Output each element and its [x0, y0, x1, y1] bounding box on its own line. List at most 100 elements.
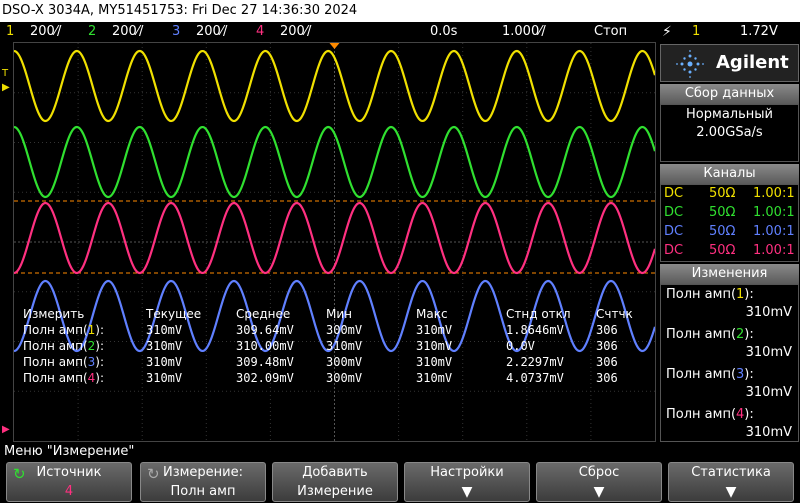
softkey-label: Настройки	[430, 465, 504, 480]
change-item-value: 310mV	[745, 345, 792, 360]
measurement-row-name: Полн амп(4):	[23, 371, 105, 385]
softkey-6[interactable]: Статистика ▼	[668, 462, 794, 502]
change-item-value: 310mV	[745, 305, 792, 320]
channel-impedance: 50Ω	[709, 243, 736, 258]
change-item-value: 310mV	[745, 385, 792, 400]
ch3-scale[interactable]: 200⁄/	[196, 22, 227, 42]
ch1-ground-marker[interactable]: ▶	[2, 82, 12, 94]
softkey-value: Измерение	[297, 484, 373, 499]
measurement-cell: 4.0737mV	[506, 371, 564, 385]
change-item-label: Полн амп(4):	[666, 407, 754, 422]
measurement-cell: 310mV	[146, 371, 183, 385]
trigger-channel[interactable]: 1	[692, 22, 700, 42]
ch3-label[interactable]: 3	[172, 22, 180, 42]
channel-row[interactable]: DC 50Ω 1.00:1	[661, 186, 798, 204]
measurement-cell: 310mV	[146, 355, 183, 369]
measurement-header: Стнд откл	[506, 307, 571, 321]
measurement-cell: 310mV	[146, 323, 183, 337]
channels-panel[interactable]: DC 50Ω 1.00:1 DC 50Ω 1.00:1 DC 50Ω 1.00:1 DC 50Ω 1.…	[660, 184, 799, 262]
rotate-knob-icon: ↻	[13, 465, 26, 483]
trigger-level-marker[interactable]: T	[2, 68, 12, 80]
measurement-cell: 310.00mV	[236, 339, 294, 353]
measurement-header: Текущее	[146, 307, 202, 321]
softkey-1[interactable]: Источник ↻ 4	[6, 462, 132, 502]
change-item-label: Полн амп(1):	[666, 287, 754, 302]
ch1-label[interactable]: 1	[6, 22, 14, 42]
channel-probe-ratio: 1.00:1	[753, 205, 795, 220]
sample-rate: 2.00GSa/s	[696, 125, 763, 140]
ch1-scale[interactable]: 200⁄/	[30, 22, 61, 42]
measurement-cell: 306	[596, 323, 618, 337]
brand-name: Agilent	[716, 52, 789, 73]
measurement-header: Среднее	[236, 307, 291, 321]
change-item-label: Полн амп(2):	[666, 327, 754, 342]
measurement-cell: 310mV	[416, 371, 453, 385]
acquisition-panel[interactable]: Нормальный 2.00GSa/s	[660, 104, 799, 162]
channel-probe-ratio: 1.00:1	[753, 224, 795, 239]
time-delay[interactable]: 0.0s	[430, 22, 457, 42]
measurement-row-name: Полн амп(3):	[23, 355, 105, 369]
measurement-cell: 309.48mV	[236, 355, 294, 369]
change-item-label: Полн амп(3):	[666, 367, 754, 382]
channel-coupling: DC	[664, 243, 684, 258]
instrument-title: DSO-X 3034A, MY51451753: Fri Dec 27 14:3…	[2, 3, 358, 18]
submenu-arrow-icon: ▼	[593, 484, 605, 500]
softkey-label: Статистика	[691, 465, 771, 480]
measurement-cell: 310mV	[326, 339, 363, 353]
measurement-header: Измерить	[23, 307, 85, 321]
acquisition-mode: Нормальный	[686, 107, 773, 122]
softkey-2[interactable]: Измерение: ↻ Полн амп	[140, 462, 266, 502]
measurement-cell: 310mV	[416, 339, 453, 353]
trigger-edge-icon: ⚡	[662, 24, 672, 40]
submenu-arrow-icon: ▼	[461, 484, 473, 500]
agilent-spark-icon	[676, 50, 704, 78]
changes-panel[interactable]: Полн амп(1): 310mV Полн амп(2): 310mV Полн а…	[660, 284, 799, 442]
softkey-3[interactable]: Добавить Измерение	[272, 462, 398, 502]
acquisition-title: Сбор данных	[660, 84, 799, 104]
softkey-label: Сброс	[578, 465, 620, 480]
measurement-cell: 0.0V	[506, 339, 535, 353]
measurement-cell: 310mV	[146, 339, 183, 353]
softkey-4[interactable]: Настройки ▼	[404, 462, 530, 502]
channel-probe-ratio: 1.00:1	[753, 186, 795, 201]
change-item-value: 310mV	[745, 425, 792, 440]
channel-row[interactable]: DC 50Ω 1.00:1	[661, 243, 798, 261]
submenu-arrow-icon: ▼	[725, 484, 737, 500]
softkey-value: 4	[64, 484, 74, 499]
ch2-scale[interactable]: 200⁄/	[112, 22, 143, 42]
ch2-label[interactable]: 2	[88, 22, 96, 42]
waveform-ch2	[14, 125, 655, 199]
measurement-header: Счтчк	[596, 307, 633, 321]
softkey-label: Измерение:	[162, 465, 244, 480]
channel-impedance: 50Ω	[709, 205, 736, 220]
rotate-knob-icon: ↻	[147, 465, 160, 483]
channel-row[interactable]: DC 50Ω 1.00:1	[661, 224, 798, 242]
measurement-header: Макс	[416, 307, 448, 321]
softkey-value: Полн амп	[170, 484, 236, 499]
trigger-level[interactable]: 1.72V	[740, 22, 778, 42]
ch4-ground-marker[interactable]: ▶	[2, 424, 12, 436]
run-state[interactable]: Стоп	[594, 22, 627, 42]
time-scale[interactable]: 1.000⁄/	[502, 22, 546, 42]
measurement-cell: 302.09mV	[236, 371, 294, 385]
softkey-label: Добавить	[302, 465, 368, 480]
channel-row[interactable]: DC 50Ω 1.00:1	[661, 205, 798, 223]
channel-impedance: 50Ω	[709, 224, 736, 239]
waveform-ch1	[14, 49, 655, 123]
measurement-cell: 300mV	[326, 355, 363, 369]
ch4-scale[interactable]: 200⁄/	[280, 22, 311, 42]
status-bar: 1 200⁄/ 2 200⁄/ 3 200⁄/ 4 200⁄/ 0.0s 1.0…	[0, 22, 800, 42]
title-bar: DSO-X 3034A, MY51451753: Fri Dec 27 14:3…	[0, 0, 800, 22]
measurement-cell: 309.64mV	[236, 323, 294, 337]
measurement-cell: 306	[596, 355, 618, 369]
logo-panel: Agilent	[660, 44, 799, 82]
measurement-cell: 300mV	[326, 371, 363, 385]
ch4-label[interactable]: 4	[256, 22, 264, 42]
trigger-position-marker	[329, 43, 340, 49]
measurement-cell: 306	[596, 339, 618, 353]
channel-coupling: DC	[664, 205, 684, 220]
softkey-5[interactable]: Сброс ▼	[536, 462, 662, 502]
waveform-ch4	[14, 201, 655, 275]
menu-title: Меню "Измерение"	[4, 444, 135, 459]
channel-coupling: DC	[664, 186, 684, 201]
